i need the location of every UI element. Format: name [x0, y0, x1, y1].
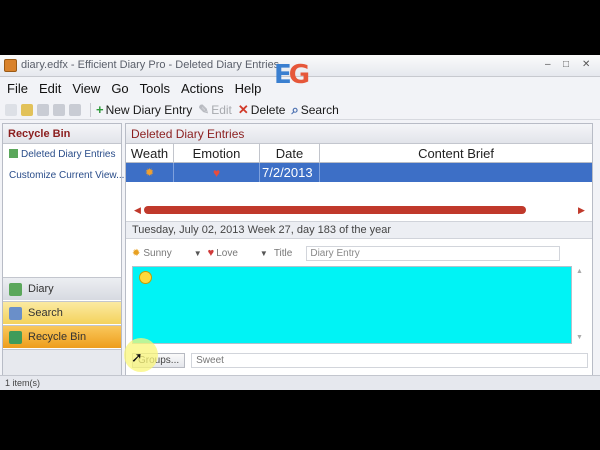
chevron-down-icon: ▼: [193, 248, 202, 258]
back-icon[interactable]: [37, 103, 49, 116]
menu-bar: File Edit View Go Tools Actions Help: [0, 78, 600, 98]
status-bar: 1 item(s): [0, 375, 600, 390]
maximize-button[interactable]: □: [563, 60, 569, 70]
new-icon: +: [96, 102, 104, 117]
menu-tools[interactable]: Tools: [140, 81, 170, 96]
row-emotion-cell: ♥: [174, 163, 260, 182]
recycle-icon: [9, 149, 18, 158]
table-header: Weath Emotion Date Content Brief: [126, 144, 592, 163]
groups-row: Groups... Sweet: [132, 352, 588, 368]
heart-icon: ♥: [212, 165, 221, 180]
menu-help[interactable]: Help: [235, 81, 262, 96]
app-icon: [4, 59, 17, 72]
title-input[interactable]: Diary Entry: [306, 245, 561, 261]
nav-recycle-bin-button[interactable]: Recycle Bin: [3, 325, 121, 348]
groups-field[interactable]: Sweet: [191, 352, 588, 368]
scroll-right-icon[interactable]: ▶: [578, 205, 585, 216]
edit-button[interactable]: ✎ Edit: [198, 102, 232, 118]
close-button[interactable]: ✕: [582, 60, 590, 70]
title-label: Title: [273, 247, 293, 259]
content-editor[interactable]: [132, 266, 572, 344]
main-panel: Deleted Diary Entries Weath Emotion Date…: [125, 123, 593, 377]
menu-file[interactable]: File: [7, 81, 28, 96]
delete-button[interactable]: ✕ Delete: [238, 102, 286, 118]
diary-icon: [9, 282, 22, 296]
search-button[interactable]: ⌕ Search: [291, 102, 338, 118]
entry-properties: ✹ Sunny ▼ ♥ Love ▼ Title Diary Entry: [132, 245, 588, 261]
nav-search-button[interactable]: Search: [3, 301, 121, 324]
column-weather[interactable]: Weath: [126, 144, 174, 163]
weather-select[interactable]: ✹ Sunny ▼: [132, 248, 202, 259]
menu-go[interactable]: Go: [111, 81, 128, 96]
date-info: Tuesday, July 02, 2013 Week 27, day 183 …: [126, 221, 592, 239]
scroll-down-icon[interactable]: ▼: [576, 334, 583, 341]
smiley-icon: [139, 271, 152, 284]
nav-spacer: [3, 349, 121, 377]
minimize-button[interactable]: –: [545, 60, 551, 70]
row-content-cell: [320, 163, 592, 182]
chevron-down-icon: ▼: [259, 248, 268, 258]
scroll-up-icon[interactable]: ▲: [576, 268, 583, 275]
scroll-thumb[interactable]: [144, 206, 526, 214]
emotion-select[interactable]: ♥ Love ▼: [208, 247, 268, 259]
window-title: diary.edfx - Efficient Diary Pro - Delet…: [21, 59, 280, 71]
column-content-brief[interactable]: Content Brief: [320, 144, 592, 163]
row-weather-cell: ✹: [126, 163, 174, 182]
menu-edit[interactable]: Edit: [39, 81, 61, 96]
recycle-icon: [9, 330, 22, 344]
doc-icon[interactable]: [5, 103, 17, 116]
sidebar-item-deleted-entries[interactable]: Deleted Diary Entries: [3, 144, 121, 165]
toolbar: + New Diary Entry ✎ Edit ✕ Delete ⌕ Sear…: [0, 100, 600, 120]
menu-actions[interactable]: Actions: [181, 81, 224, 96]
print-icon[interactable]: [53, 103, 65, 116]
menu-view[interactable]: View: [72, 81, 100, 96]
pane-header: Recycle Bin: [3, 124, 121, 144]
folder-icon[interactable]: [21, 103, 33, 116]
search-icon: [9, 306, 22, 320]
heart-icon: ♥: [207, 247, 215, 259]
edit-icon: ✎: [198, 101, 210, 117]
navigation-pane: Recycle Bin Deleted Diary Entries Custom…: [2, 123, 124, 377]
app-window: diary.edfx - Efficient Diary Pro - Delet…: [0, 55, 600, 390]
row-date-cell: 7/2/2013: [260, 163, 320, 182]
weather-icon: ✹: [144, 167, 155, 179]
nav-diary-button[interactable]: Diary: [3, 277, 121, 300]
table-row[interactable]: ✹ ♥ 7/2/2013: [126, 163, 592, 182]
scroll-left-icon[interactable]: ◀: [134, 205, 141, 216]
title-bar: diary.edfx - Efficient Diary Pro - Delet…: [0, 55, 600, 90]
delete-icon: ✕: [237, 101, 249, 117]
panel-title: Deleted Diary Entries: [126, 124, 592, 144]
mouse-cursor: ➚: [131, 349, 143, 365]
horizontal-scrollbar[interactable]: ◀ ▶: [134, 204, 586, 216]
undo-icon[interactable]: [69, 103, 81, 116]
column-date[interactable]: Date: [260, 144, 320, 163]
weather-icon: ✹: [132, 247, 141, 259]
column-emotion[interactable]: Emotion: [174, 144, 260, 163]
editor-scrollbar[interactable]: ▲ ▼: [574, 266, 586, 344]
customize-view-link[interactable]: Customize Current View...: [3, 165, 124, 186]
search-icon: ⌕: [291, 101, 299, 117]
new-diary-entry-button[interactable]: + New Diary Entry: [96, 102, 192, 117]
